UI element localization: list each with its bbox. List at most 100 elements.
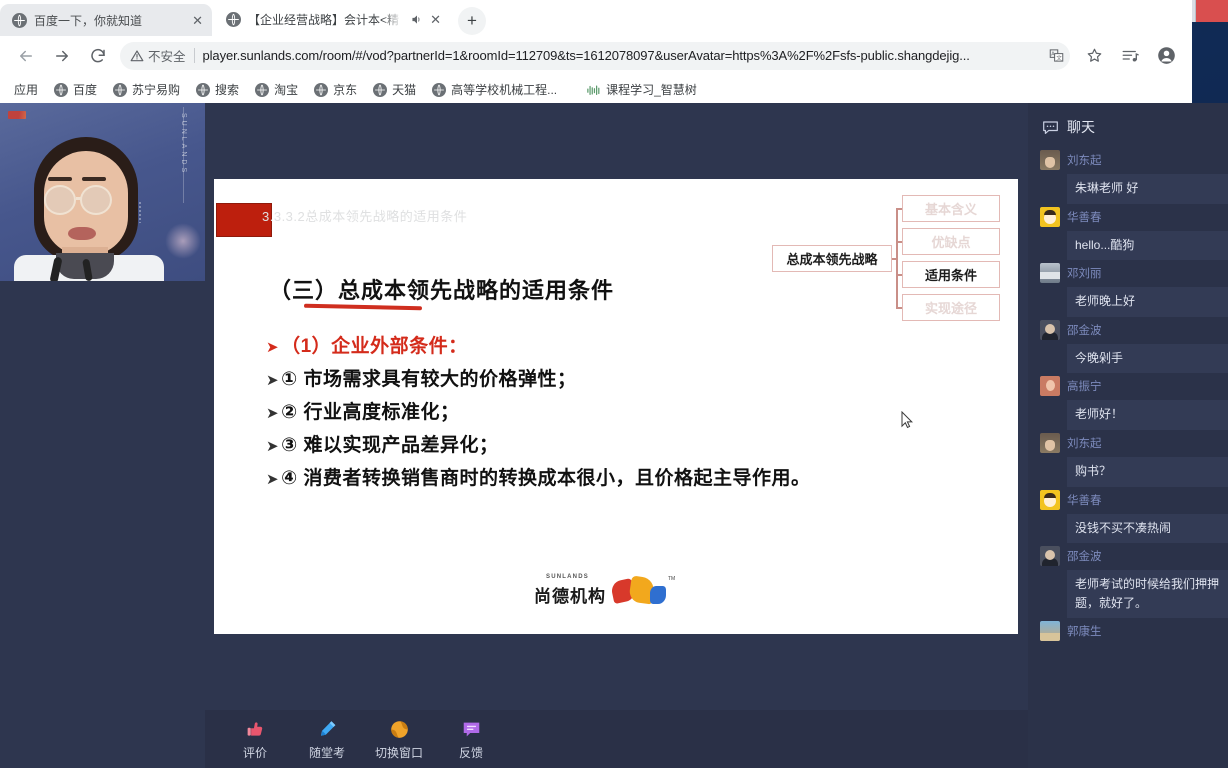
teacher-eyebrow-right: [82, 177, 106, 181]
chat-message-text: 没钱不买不凑热闹: [1067, 513, 1228, 544]
chat-message-text: 朱琳老师 好: [1067, 174, 1228, 204]
reading-list-icon[interactable]: [1116, 42, 1144, 70]
arrow-bullet-icon: ➤: [266, 339, 280, 356]
bookmark-apps[interactable]: 应用: [6, 81, 46, 98]
chat-author-name: 邵金波: [1067, 551, 1102, 564]
bookmark-item[interactable]: 高等学校机械工程...: [424, 81, 565, 98]
arrow-bullet-icon: ➤: [266, 438, 280, 455]
vod-player-page: SUNLANDS 3.3.3.2总成本领先战略的适用条件 （三）总成本领先战略的…: [0, 103, 1228, 768]
logo-english-text: SUNLANDS: [546, 574, 589, 580]
tab-strip: 百度一下，你就知道 ✕ 【企业经营战略】会计本<精 ✕ +: [0, 0, 1192, 36]
chat-message: 邓刘丽 老师晚上好: [1028, 260, 1228, 317]
player-bottom-toolbar: 评价 随堂考 切换窗口 反馈: [205, 710, 1028, 768]
wave-icon: [587, 83, 601, 97]
flowchart-node-applicable-conditions: 适用条件: [902, 261, 1000, 288]
browser-tab-active[interactable]: 【企业经营战略】会计本<精 ✕: [214, 2, 450, 36]
chat-author-name: 邓刘丽: [1067, 268, 1102, 281]
chat-message-author-row: 刘东起: [1040, 432, 1228, 457]
globe-icon: [432, 82, 447, 97]
url-text: player.sunlands.com/room/#/vod?partnerId…: [202, 48, 970, 63]
lecture-slide[interactable]: 3.3.3.2总成本领先战略的适用条件 （三）总成本领先战略的适用条件 ➤ （1）…: [214, 179, 1018, 634]
chat-message-author-row: 邵金波: [1040, 319, 1228, 344]
bullet-text: ② 行业高度标准化；: [281, 402, 460, 423]
slide-ghost-title: 3.3.3.2总成本领先战略的适用条件: [262, 209, 468, 224]
player-left-column: SUNLANDS 3.3.3.2总成本领先战略的适用条件 （三）总成本领先战略的…: [0, 103, 1028, 768]
close-icon[interactable]: ✕: [192, 14, 203, 27]
new-tab-button[interactable]: +: [458, 7, 486, 35]
chat-title: 聊天: [1067, 119, 1095, 135]
chat-message: 高振宁 老师好！: [1028, 373, 1228, 430]
flowchart-root-node: 总成本领先战略: [772, 245, 892, 272]
tool-label: 反馈: [458, 746, 483, 760]
chat-message-text: 今晚剁手: [1067, 343, 1228, 374]
window-close-button[interactable]: [1195, 0, 1228, 22]
close-icon[interactable]: ✕: [430, 13, 441, 26]
warning-triangle-icon: [130, 49, 144, 63]
bookmarks-bar: 应用 百度 苏宁易购 搜索 淘宝 京东 天猫 高等学校机械工程... 课程学习_…: [0, 76, 1192, 104]
chat-author-name: 刘东起: [1067, 155, 1102, 167]
flowchart-node-basic-meaning: 基本含义: [902, 195, 1000, 222]
globe-icon: [255, 82, 270, 97]
tool-feedback-button[interactable]: 反馈: [435, 718, 507, 761]
browser-tab-inactive[interactable]: 百度一下，你就知道 ✕: [0, 4, 212, 36]
arrow-bullet-icon: ➤: [266, 372, 280, 389]
tool-evaluate-button[interactable]: 评价: [219, 718, 291, 761]
chat-message: 邵金波 今晚剁手: [1028, 317, 1228, 374]
chat-author-name: 郭康生: [1067, 626, 1102, 639]
globe-icon: [113, 82, 128, 97]
arrow-bullet-icon: ➤: [266, 471, 280, 488]
chat-message: 邵金波 老师考试的时候给我们押押题，就好了。: [1028, 543, 1228, 619]
avatar: [1040, 376, 1060, 397]
avatar: [1040, 546, 1060, 567]
reload-icon[interactable]: [84, 42, 112, 70]
bookmark-label: 搜索: [215, 83, 240, 97]
chat-message: 华善春 hello...酷狗: [1028, 204, 1228, 261]
tab-audio-playing-icon[interactable]: [410, 13, 423, 26]
arrow-bullet-icon: ➤: [266, 405, 280, 422]
teacher-mouth: [68, 227, 96, 240]
chat-message-author-row: 郭康生: [1040, 621, 1228, 645]
tool-quiz-button[interactable]: 随堂考: [291, 718, 363, 761]
bookmark-item[interactable]: 课程学习_智慧树: [579, 81, 705, 98]
bookmark-star-icon[interactable]: [1080, 42, 1108, 70]
bookmark-item[interactable]: 淘宝: [247, 81, 306, 98]
translate-icon[interactable]: 文A: [1049, 48, 1064, 63]
avatar: [1040, 206, 1060, 227]
chat-message-text: 老师考试的时候给我们押押题，就好了。: [1067, 570, 1228, 619]
back-icon[interactable]: [12, 42, 40, 70]
address-bar[interactable]: 不安全 player.sunlands.com/room/#/vod?partn…: [120, 41, 1070, 70]
bookmark-item[interactable]: 搜索: [188, 81, 247, 98]
bullet-text: ④ 消费者转换销售商时的转换成本很小，且价格起主导作用。: [281, 468, 811, 489]
flowchart-node-implementation-path: 实现途径: [902, 294, 1000, 321]
flowchart-node-pros-cons: 优缺点: [902, 228, 1000, 255]
teacher-video-feed[interactable]: SUNLANDS: [0, 103, 205, 281]
bookmark-item[interactable]: 百度: [46, 81, 105, 98]
bookmark-item[interactable]: 京东: [306, 81, 365, 98]
globe-icon: [12, 12, 27, 28]
tool-switch-window-button[interactable]: 切换窗口: [363, 718, 435, 761]
swap-window-icon: [389, 718, 410, 740]
chat-bubble-icon: [1042, 120, 1059, 135]
glasses-lens-right: [80, 185, 112, 215]
sunlands-brand-watermark: SUNLANDS: [180, 113, 187, 176]
decor-lamp-glow: [165, 223, 201, 259]
chat-panel[interactable]: 聊天 刘东起 朱琳老师 好 华善春 hello...酷狗 邓刘丽 老师晚上好 邵…: [1028, 103, 1228, 768]
chat-message-author-row: 刘东起: [1040, 150, 1228, 174]
slide-bullet: ➤ ② 行业高度标准化；: [266, 397, 459, 424]
slide-bullet: ➤ ① 市场需求具有较大的价格弹性；: [266, 364, 576, 391]
chat-message-text: 老师晚上好: [1067, 287, 1228, 317]
chat-message-text: 老师好！: [1067, 400, 1228, 430]
bookmark-label: 苏宁易购: [132, 83, 181, 97]
chat-header: 聊天: [1028, 103, 1228, 147]
avatar: [1040, 432, 1060, 453]
bookmark-item[interactable]: 天猫: [365, 81, 424, 98]
profile-avatar-icon[interactable]: [1152, 42, 1180, 70]
sunlands-logo: SUNLANDS 尚德机构 TM: [534, 574, 684, 610]
forward-icon[interactable]: [48, 42, 76, 70]
chat-message-author-row: 邵金波: [1040, 546, 1228, 570]
bookmark-item[interactable]: 苏宁易购: [105, 81, 188, 98]
omnibox-divider: [193, 48, 195, 63]
slide-bullet: ➤ ③ 难以实现产品差异化；: [266, 430, 498, 457]
player-tool-list: 评价 随堂考 切换窗口 反馈: [205, 710, 1028, 761]
decor-flag: [8, 111, 26, 119]
